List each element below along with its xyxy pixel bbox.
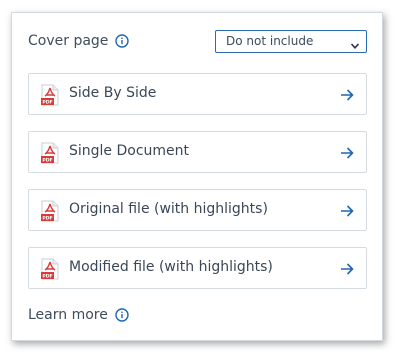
option-modified-file[interactable]: PDF Modified file (with highlights) bbox=[28, 247, 367, 289]
svg-text:PDF: PDF bbox=[42, 100, 52, 106]
pdf-file-icon: PDF bbox=[41, 142, 59, 164]
option-label: Side By Side bbox=[69, 85, 157, 101]
option-label: Single Document bbox=[69, 143, 190, 159]
pdf-file-icon: PDF bbox=[41, 84, 59, 106]
svg-text:PDF: PDF bbox=[42, 274, 52, 280]
svg-text:PDF: PDF bbox=[42, 216, 52, 222]
pdf-file-icon: PDF bbox=[41, 258, 59, 280]
arrow-right-icon bbox=[340, 203, 354, 217]
arrow-right-icon bbox=[340, 87, 354, 101]
cover-page-select[interactable]: Do not include bbox=[215, 30, 367, 53]
cover-page-label: Cover page bbox=[28, 33, 109, 49]
option-original-file[interactable]: PDF Original file (with highlights) bbox=[28, 189, 367, 231]
export-panel: Cover page Do not include PDF Side By Si… bbox=[11, 12, 383, 341]
cover-page-label-group: Cover page bbox=[28, 33, 130, 49]
learn-more-label: Learn more bbox=[28, 307, 108, 323]
export-option-list: PDF Side By Side PDF Single Document PDF… bbox=[28, 73, 367, 305]
arrow-right-icon bbox=[340, 145, 354, 159]
cover-page-select-value: Do not include bbox=[226, 34, 314, 48]
chevron-down-icon bbox=[350, 37, 360, 49]
option-label: Original file (with highlights) bbox=[69, 201, 268, 217]
learn-more-link[interactable]: Learn more bbox=[28, 307, 129, 323]
svg-text:PDF: PDF bbox=[42, 158, 52, 164]
cover-page-row: Cover page Do not include bbox=[28, 30, 367, 56]
pdf-file-icon: PDF bbox=[41, 200, 59, 222]
info-icon[interactable] bbox=[115, 34, 130, 48]
option-label: Modified file (with highlights) bbox=[69, 259, 273, 275]
option-single-document[interactable]: PDF Single Document bbox=[28, 131, 367, 173]
info-icon bbox=[115, 308, 129, 322]
option-side-by-side[interactable]: PDF Side By Side bbox=[28, 73, 367, 115]
arrow-right-icon bbox=[340, 261, 354, 275]
